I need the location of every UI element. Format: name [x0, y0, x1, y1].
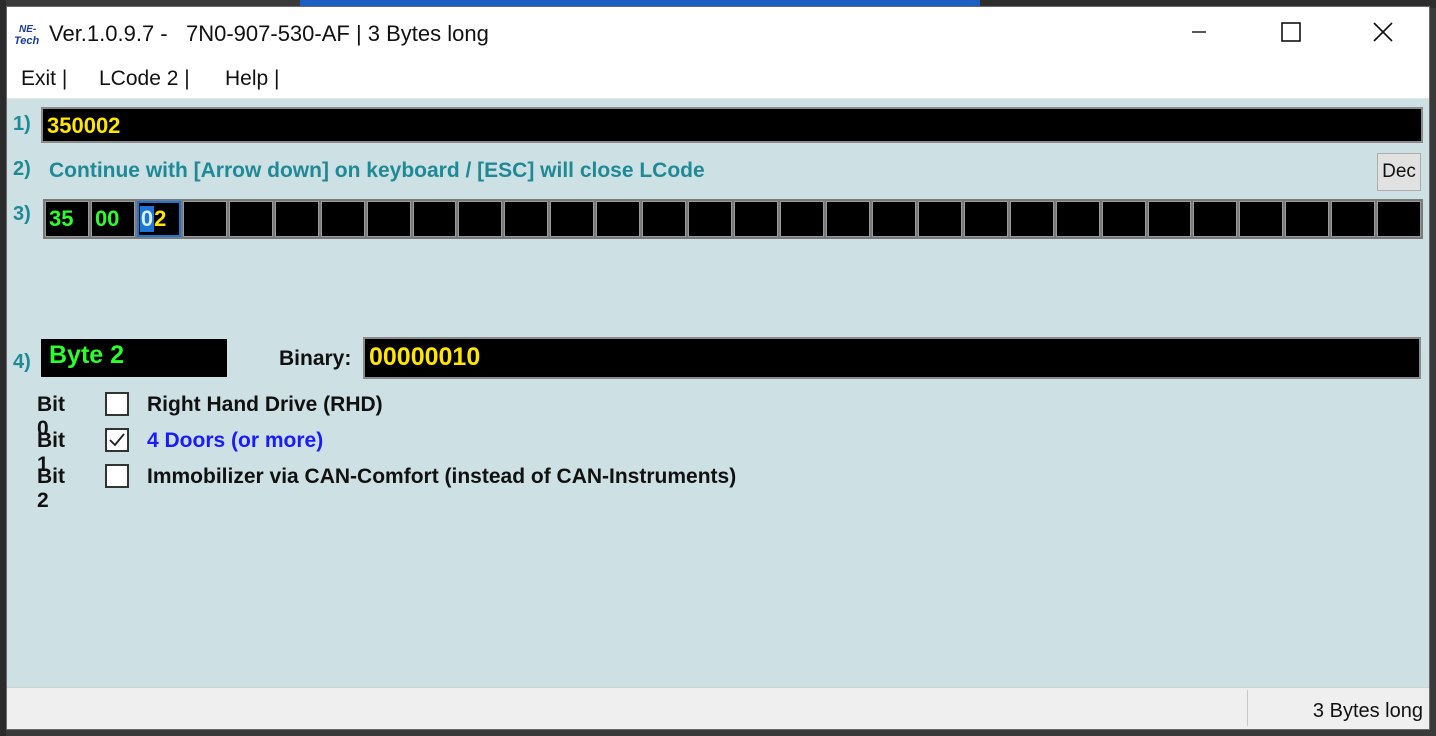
lcode-hex-field[interactable]: 350002 — [41, 107, 1423, 143]
byte-cell[interactable]: 35 — [45, 201, 89, 237]
checkmark-icon — [109, 433, 125, 447]
byte-cell[interactable] — [963, 201, 1008, 237]
byte-cell[interactable] — [1101, 201, 1146, 237]
row-label-2: 2) — [13, 158, 31, 180]
byte-cell[interactable] — [412, 201, 457, 237]
status-divider — [1247, 690, 1248, 726]
byte-cell[interactable] — [688, 201, 733, 237]
byte-cell[interactable] — [458, 201, 503, 237]
instruction-text: Continue with [Arrow down] on keyboard /… — [49, 159, 705, 182]
dec-button[interactable]: Dec — [1377, 153, 1421, 191]
byte-cell[interactable] — [1239, 201, 1284, 237]
byte-cell[interactable]: 00 — [90, 201, 135, 237]
byte-cell[interactable] — [1193, 201, 1238, 237]
app-logo-icon: NE- Tech — [13, 21, 45, 49]
byte-cell[interactable] — [1147, 201, 1192, 237]
maximize-button[interactable] — [1245, 7, 1337, 57]
binary-label: Binary: — [279, 347, 352, 370]
byte-cell-active[interactable]: 02 — [136, 201, 181, 237]
bit-description: 4 Doors (or more) — [147, 429, 324, 452]
byte-rest-part: 2 — [154, 206, 167, 231]
close-icon — [1373, 22, 1393, 42]
svg-text:NE-: NE- — [19, 24, 37, 35]
byte-cell[interactable] — [642, 201, 687, 237]
byte-cell[interactable] — [274, 201, 319, 237]
bit-description: Right Hand Drive (RHD) — [147, 393, 383, 416]
byte-cell[interactable] — [734, 201, 778, 237]
byte-cell[interactable] — [366, 201, 411, 237]
byte-cell[interactable] — [1331, 201, 1376, 237]
bit-1-checkbox[interactable] — [105, 428, 129, 452]
status-text: 3 Bytes long — [1312, 700, 1423, 722]
byte-cell[interactable] — [780, 201, 824, 237]
byte-cell[interactable] — [1009, 201, 1054, 237]
byte-index-label: Byte 2 — [41, 339, 227, 377]
svg-text:Tech: Tech — [14, 35, 40, 47]
menu-exit[interactable]: Exit | — [21, 67, 67, 91]
byte-cell[interactable] — [1285, 201, 1330, 237]
lcode-window: NE- Tech Ver.1.0.9.7 - 7N0-907-530-AF | … — [6, 6, 1430, 730]
byte-cell[interactable] — [1377, 201, 1422, 237]
maximize-icon — [1281, 22, 1301, 42]
menu-help[interactable]: Help | — [225, 67, 279, 91]
row-label-3: 3) — [13, 203, 31, 225]
close-button[interactable] — [1337, 7, 1429, 57]
byte-cell[interactable] — [825, 201, 870, 237]
byte-selected-part: 0 — [139, 206, 155, 232]
window-title: Ver.1.0.9.7 - 7N0-907-530-AF | 3 Bytes l… — [49, 21, 489, 46]
byte-cell[interactable] — [228, 201, 273, 237]
byte-grid: 35 00 02 — [43, 199, 1423, 239]
binary-value-field: 00000010 — [363, 337, 1421, 379]
minimize-icon — [1192, 31, 1206, 33]
byte-cell[interactable] — [320, 201, 365, 237]
menu-bar: Exit | LCode 2 | Help | — [7, 63, 1429, 99]
byte-cell[interactable] — [917, 201, 962, 237]
bit-description: Immobilizer via CAN-Comfort (instead of … — [147, 465, 737, 488]
bit-2-checkbox[interactable] — [105, 464, 129, 488]
byte-cell[interactable] — [504, 201, 549, 237]
byte-cell[interactable] — [550, 201, 595, 237]
row-label-1: 1) — [13, 113, 31, 135]
byte-cell[interactable] — [182, 201, 227, 237]
byte-cell[interactable] — [1055, 201, 1100, 237]
status-bar: 3 Bytes long — [7, 687, 1429, 729]
bit-name: Bit 2 — [37, 465, 65, 512]
title-bar[interactable]: NE- Tech Ver.1.0.9.7 - 7N0-907-530-AF | … — [7, 7, 1429, 63]
minimize-button[interactable] — [1153, 7, 1245, 57]
byte-cell[interactable] — [596, 201, 641, 237]
bit-0-checkbox[interactable] — [105, 392, 129, 416]
menu-lcode-2[interactable]: LCode 2 | — [99, 67, 190, 91]
row-label-4: 4) — [13, 351, 31, 373]
byte-cell[interactable] — [871, 201, 916, 237]
